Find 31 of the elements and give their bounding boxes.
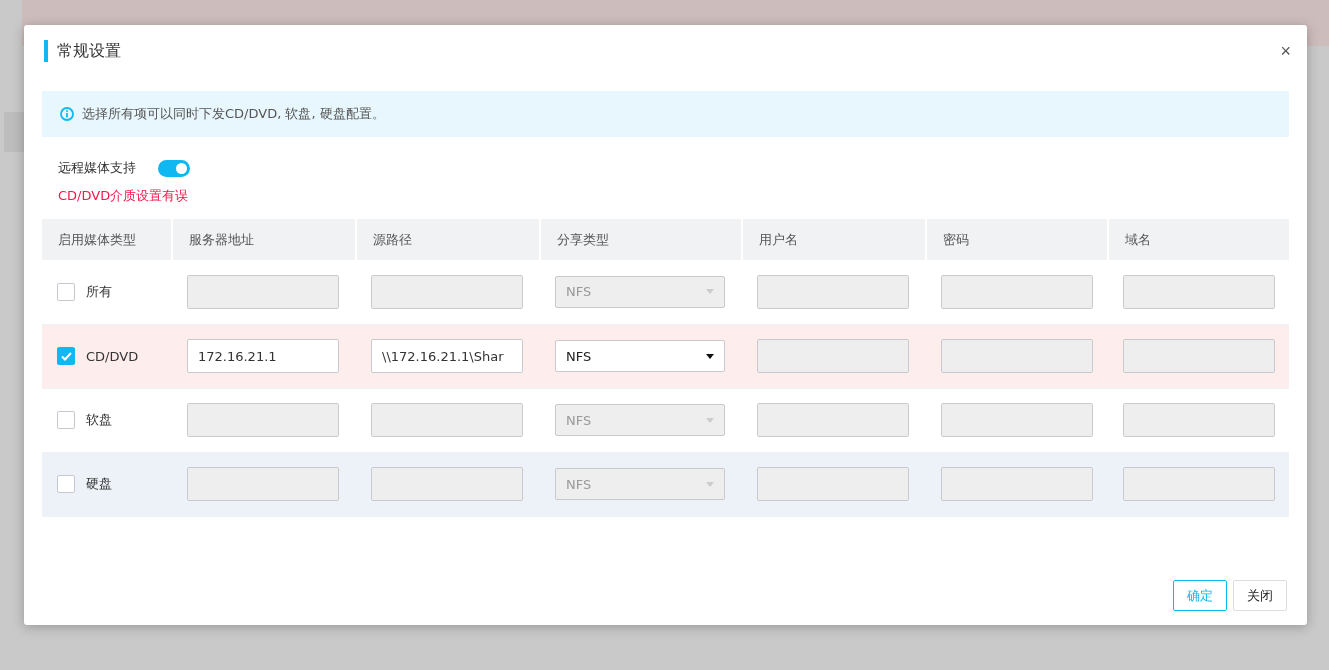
column-header: 密码	[926, 219, 1108, 260]
column-header: 域名	[1108, 219, 1289, 260]
checkbox[interactable]	[57, 347, 75, 365]
check-icon	[60, 351, 72, 361]
media-label: 所有	[86, 283, 112, 299]
media-label: CD/DVD	[86, 348, 139, 364]
info-icon	[60, 107, 74, 121]
checkbox[interactable]	[57, 475, 75, 493]
column-header: 分享类型	[540, 219, 742, 260]
dialog-title: 常规设置	[57, 40, 122, 62]
column-header: 源路径	[356, 219, 540, 260]
checkbox[interactable]	[57, 411, 75, 429]
close-button[interactable]: 关闭	[1233, 580, 1287, 611]
column-header: 用户名	[742, 219, 926, 260]
toggle-switch[interactable]	[158, 159, 190, 177]
close-button[interactable]: ×	[1276, 40, 1295, 62]
toggle-label: 远程媒体支持	[58, 159, 136, 177]
media-label: 硬盘	[86, 476, 112, 491]
share-type-dropdown[interactable]: NFS	[555, 340, 725, 372]
info-text: 选择所有项可以同时下发CD/DVD, 软盘, 硬盘配置。	[82, 105, 385, 123]
column-header: 启用媒体类型	[42, 219, 172, 260]
media-label: 软盘	[86, 412, 112, 427]
error-message: CD/DVD介质设置有误	[57, 187, 190, 205]
caret-icon	[706, 289, 714, 295]
caret-icon	[706, 353, 714, 359]
server-field[interactable]: 172.16.21.1	[187, 339, 339, 373]
checkbox[interactable]	[57, 282, 75, 301]
caret-icon	[706, 481, 714, 487]
path-field[interactable]: \\172.16.21.1\Shar	[371, 339, 523, 373]
caret-icon	[706, 417, 714, 423]
column-header: 服务器地址	[172, 219, 356, 260]
